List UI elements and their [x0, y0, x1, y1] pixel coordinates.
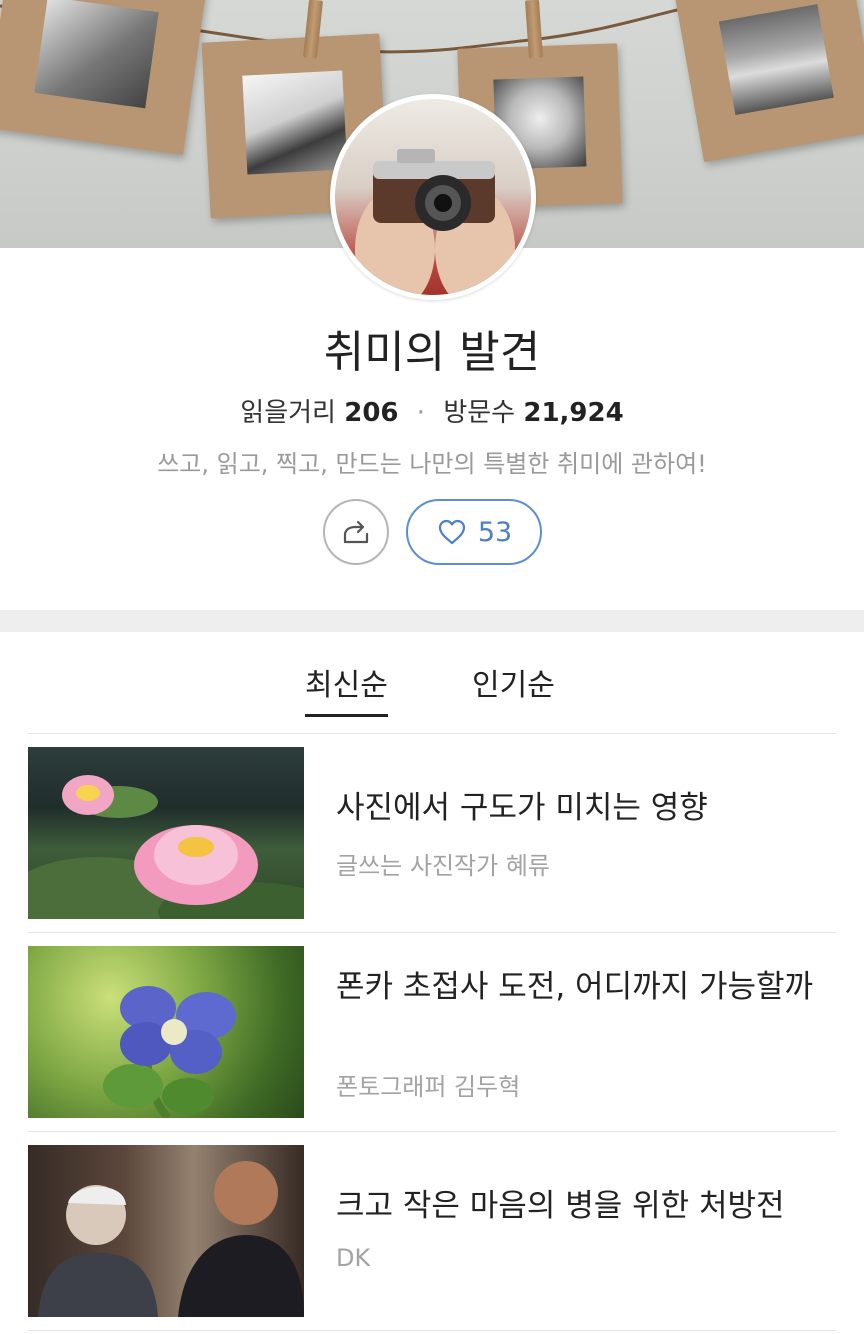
article-title[interactable]: 폰카 초접사 도전, 어디까지 가능할까 — [336, 965, 816, 1009]
like-button[interactable]: 53 — [406, 499, 542, 565]
heart-icon — [438, 519, 465, 545]
article-thumbnail[interactable] — [28, 747, 304, 919]
channel-title: 취미의 발견 — [323, 327, 541, 378]
visitors-count: 21,924 — [523, 398, 624, 428]
water-lily-illustration — [28, 775, 304, 919]
camera-illustration — [355, 149, 515, 295]
photo-frame — [0, 0, 207, 156]
share-button[interactable] — [323, 499, 389, 565]
article-item[interactable]: 폰카 초접사 도전, 어디까지 가능할까 폰토그래퍼 김두혁 — [28, 933, 836, 1132]
like-count: 53 — [477, 516, 513, 548]
photo-frame — [674, 0, 864, 163]
article-author: 글쓰는 사진작가 혜류 — [336, 852, 550, 880]
articles-label: 읽을거리 — [240, 398, 336, 428]
article-author: 폰토그래퍼 김두혁 — [336, 1073, 521, 1101]
blue-flower-illustration — [103, 986, 236, 1118]
article-item[interactable]: 사진에서 구도가 미치는 영향 글쓰는 사진작가 혜류 — [28, 734, 836, 933]
visitors-label: 방문수 — [443, 398, 516, 428]
separator-dot: · — [416, 398, 426, 428]
channel-description: 쓰고, 읽고, 찍고, 만드는 나만의 특별한 취미에 관하여! — [157, 450, 707, 478]
two-men-illustration — [28, 1145, 304, 1317]
article-author: DK — [336, 1244, 371, 1272]
article-title[interactable]: 사진에서 구도가 미치는 영향 — [336, 786, 816, 830]
article-title[interactable]: 크고 작은 마음의 병을 위한 처방전 — [336, 1184, 816, 1228]
article-thumbnail[interactable] — [28, 1145, 304, 1317]
channel-stats: 읽을거리 206 · 방문수 21,924 — [0, 392, 864, 429]
article-item[interactable]: 크고 작은 마음의 병을 위한 처방전 DK — [28, 1132, 836, 1331]
profile-avatar — [330, 94, 536, 300]
share-icon — [343, 520, 369, 544]
tab-latest[interactable]: 최신순 — [305, 660, 388, 717]
tab-popular[interactable]: 인기순 — [472, 660, 555, 714]
articles-count: 206 — [344, 398, 399, 428]
section-divider — [0, 610, 864, 632]
article-thumbnail[interactable] — [28, 946, 304, 1118]
